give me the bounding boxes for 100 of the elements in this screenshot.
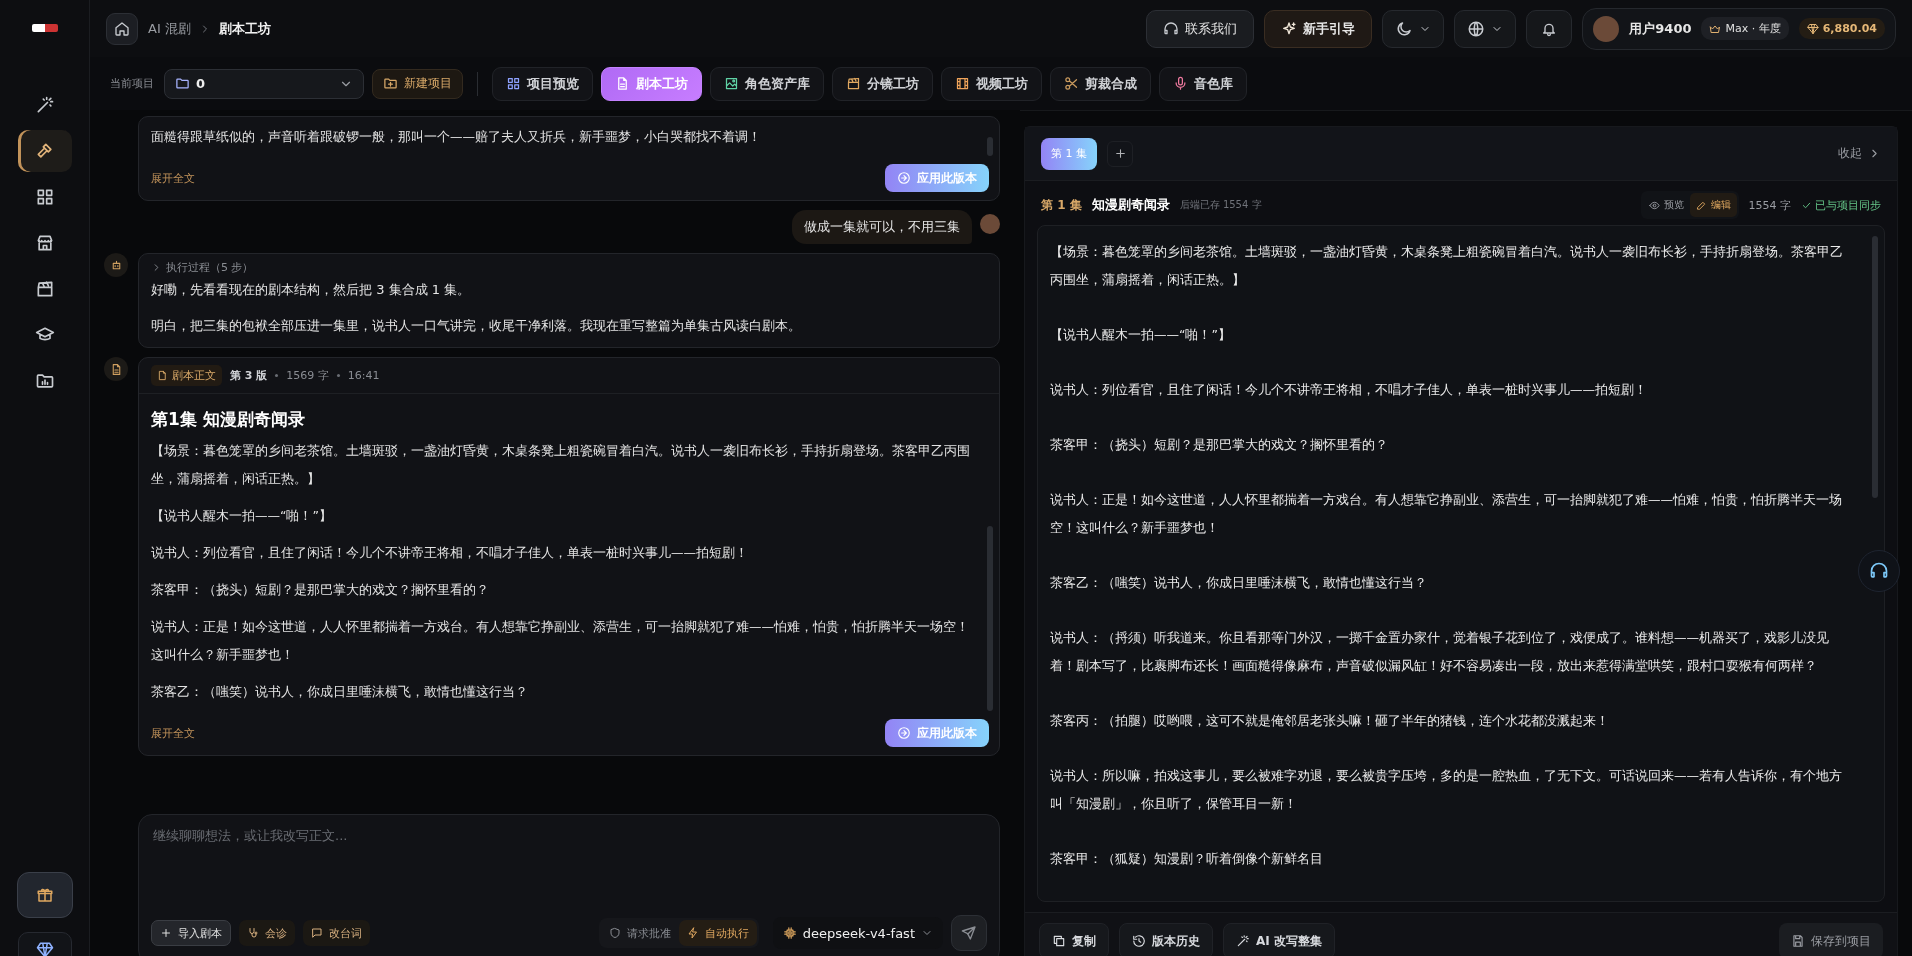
- save-icon: [1791, 934, 1805, 948]
- composer-action-button[interactable]: 导入剧本: [151, 920, 231, 946]
- eye-icon: [1648, 199, 1660, 211]
- history-icon: [1132, 934, 1146, 948]
- notification-button[interactable]: [1526, 9, 1573, 48]
- folder-icon: [175, 76, 190, 91]
- add-episode-button[interactable]: [1107, 140, 1133, 167]
- gift-button[interactable]: [16, 872, 73, 918]
- image-icon: [724, 76, 739, 91]
- home-icon: [114, 20, 130, 37]
- stethoscope-icon: [247, 927, 259, 939]
- timestamp: 16:41: [347, 369, 380, 382]
- scrollbar-thumb[interactable]: [987, 137, 993, 156]
- script-paragraph: 说书人：（捋须）听我道来。你且看那等门外汉，一掷千金置办家什，觉着银子花到位了，戏便成了。谁料想——机器买了，戏影儿没见着！剧本写了，比裹脚布还长！画面糙得像麻布，声音破似漏风缸！好不容易凑出一段，放出来惹得满堂哄笑，跟村口耍猴有何两样？: [1050, 629, 1830, 675]
- script-paragraph: 【场景：暮色笼罩的乡间老茶馆。土墙斑驳，一盏油灯昏黄，木桌条凳上粗瓷碗冒着白汽。说书人一袭旧布长衫，手持折扇登场。茶客甲乙丙围坐，蒲扇摇着，闲话正热。】: [151, 442, 971, 488]
- script-paragraph: 茶客甲：（挠头）短剧？是那巴掌大的戏文？搁怀里看的？: [1050, 436, 1389, 454]
- collapse-button[interactable]: 收起: [1838, 145, 1881, 162]
- editor-action-button[interactable]: AI 改写整集: [1223, 923, 1335, 956]
- folder-chart-icon: [34, 371, 55, 391]
- workspace-tab[interactable]: 音色库: [1159, 66, 1247, 101]
- plan-label: Max · 年度: [1725, 21, 1781, 36]
- theme-dropdown[interactable]: [1382, 9, 1445, 48]
- new-project-button[interactable]: 新建项目: [372, 68, 463, 99]
- breadcrumb-link[interactable]: AI 混剧: [148, 19, 191, 38]
- user-name: 用户9400: [1629, 19, 1692, 38]
- script-paragraph: 茶客丙：（拍腿）哎哟喂，这可不就是俺邻居老张头嘛！砸了半年的猪钱，连个水花都没溅起来！: [1050, 712, 1610, 730]
- pencil-icon: [1695, 199, 1707, 211]
- script-editor[interactable]: [1037, 225, 1885, 902]
- plus-icon: [160, 927, 172, 939]
- editor-action-button[interactable]: 版本历史: [1119, 923, 1213, 956]
- guide-button[interactable]: 新手引导: [1264, 9, 1373, 48]
- scrollbar-thumb[interactable]: [987, 525, 993, 711]
- workspace-tab[interactable]: 剪裁合成: [1050, 66, 1151, 101]
- home-button[interactable]: [106, 12, 138, 45]
- script-paragraph: 【说书人醒木一拍——“啪！”】: [151, 507, 333, 525]
- assistant-text: 好嘞，先看看现在的剧本结构，然后把 3 集合成 1 集。: [151, 281, 472, 299]
- script-paragraph: 说书人：所以嘛，拍戏这事儿，要么被难字劝退，要么被贵字压垮，多的是一腔热血，了无下文。可话说回来——若有人告诉你，有个地方叫「知漫剧」，你且听了，保管耳目一新！: [1050, 767, 1843, 813]
- script-paragraph: 茶客乙：（嗤笑）说书人，你成日里唾沫横飞，敢情也懂这行当？: [151, 683, 529, 701]
- moon-icon: [1395, 19, 1414, 38]
- script-paragraph: 说书人：正是！如今这世道，人人怀里都揣着一方戏台。有人想靠它挣副业、添营生，可一抬脚就犯了难——怕难，怕贵，怕折腾半天一场空！这叫什么？新手噩梦也！: [151, 618, 970, 664]
- user-menu[interactable]: 用户9400 Max · 年度 6,880.04: [1582, 7, 1896, 50]
- mode-option[interactable]: 请求批准: [600, 920, 679, 946]
- folder-plus-icon: [383, 76, 398, 91]
- save-to-project-button[interactable]: 保存到项目: [1779, 923, 1883, 956]
- assistant-text: 明白，把三集的包袱全部压进一集里，说书人一口气讲完，收尾干净利落。我现在重写整篇为单集古风读白剧本。: [151, 317, 802, 335]
- globe-icon: [1467, 19, 1486, 38]
- grid-icon: [506, 76, 521, 91]
- plus-icon: [1113, 147, 1127, 160]
- lightning-icon: [686, 927, 699, 939]
- expand-link[interactable]: 展开全文: [151, 170, 195, 186]
- script-paragraph: 【场景：暮色笼罩的乡间老茶馆。土墙斑驳，一盏油灯昏黄，木桌条凳上粗瓷碗冒着白汽。说书人一袭旧布长衫，手持折扇登场。茶客甲乙丙围坐，蒲扇摇着，闲话正热。】: [1050, 243, 1844, 289]
- script-paragraph: 茶客甲：（挠头）短剧？是那巴掌大的戏文？搁怀里看的？: [151, 581, 490, 599]
- script-paragraph: 说书人：列位看官，且住了闲话！今儿个不讲帝王将相，不唱才子佳人，单表一桩时兴事儿——拍短剧！: [1050, 381, 1648, 399]
- sparkle-icon: [1281, 20, 1298, 37]
- workspace-tab[interactable]: 分镜工坊: [832, 66, 933, 101]
- script-paragraph: 茶客乙：（嗤笑）说书人，你成日里唾沫横飞，敢情也懂这行当？: [1050, 574, 1428, 592]
- sidebar-item[interactable]: [17, 130, 72, 172]
- workspace-tab[interactable]: 项目预览: [492, 66, 593, 101]
- send-icon: [961, 925, 977, 941]
- editor-action-button[interactable]: 复制: [1039, 923, 1109, 956]
- episode-number: 第 1 集: [1041, 196, 1082, 214]
- headset-icon: [1163, 20, 1180, 37]
- shield-icon: [608, 927, 621, 939]
- composer-action-button[interactable]: 改台词: [303, 920, 370, 946]
- project-select[interactable]: 0: [164, 68, 364, 99]
- magic-wand-icon: [1236, 934, 1250, 948]
- view-toggle[interactable]: 预览: [1642, 193, 1690, 217]
- gift-icon: [35, 886, 54, 904]
- word-count: 1554 字: [1748, 197, 1791, 213]
- expand-link[interactable]: 展开全文: [151, 725, 195, 741]
- language-dropdown[interactable]: [1454, 9, 1517, 48]
- copy-icon: [1052, 934, 1066, 948]
- steps-toggle[interactable]: 执行过程（5 步）: [151, 260, 987, 275]
- contact-button[interactable]: 联系我们: [1146, 9, 1255, 48]
- script-paragraph: 茶客甲：（狐疑）知漫剧？听着倒像个新鲜名目: [1050, 850, 1324, 868]
- steps-label: 执行过程（5 步）: [166, 260, 254, 275]
- workspace-tab[interactable]: 角色资产库: [710, 66, 824, 101]
- script-paragraph: 说书人：正是！如今这世道，人人怀里都揣着一方戏台。有人想靠它挣副业、添营生，可一抬脚就犯了难——怕难，怕贵，怕折腾半天一场空！这叫什么？新手噩梦也！: [1050, 491, 1843, 537]
- message-composer[interactable]: 继续聊聊想法，或让我改写正文... 导入剧本 会诊 改台词 请求批准 自动执行 deepseek-v4-fast: [138, 814, 1000, 956]
- word-count: 1569 字: [286, 368, 329, 383]
- app-logo[interactable]: [31, 24, 58, 32]
- scrollbar-thumb[interactable]: [1872, 236, 1878, 498]
- balance-amount: 6,880.04: [1822, 22, 1877, 35]
- episode-title: 知漫剧奇闻录: [1091, 196, 1170, 214]
- scissors-icon: [1064, 76, 1079, 91]
- send-button[interactable]: [951, 915, 987, 951]
- diamond-icon: [35, 941, 54, 956]
- script-paragraph: 【说书人醒木一拍——“啪！”】: [1050, 326, 1232, 344]
- headset-icon: [1869, 561, 1889, 581]
- mode-option[interactable]: 自动执行: [678, 920, 757, 946]
- film-strip-icon: [955, 76, 970, 91]
- save-status: 后端已存 1554 字: [1179, 198, 1262, 212]
- workspace-tab[interactable]: 视频工坊: [941, 66, 1042, 101]
- project-label: 当前项目: [110, 76, 154, 91]
- speech-bubble-icon: [311, 927, 323, 939]
- diamond-icon: [1806, 22, 1819, 35]
- document-icon: [157, 370, 168, 381]
- sync-label: 已与项目同步: [1815, 197, 1881, 213]
- composer-action-button[interactable]: 会诊: [239, 920, 295, 946]
- view-toggle[interactable]: 编辑: [1689, 193, 1737, 217]
